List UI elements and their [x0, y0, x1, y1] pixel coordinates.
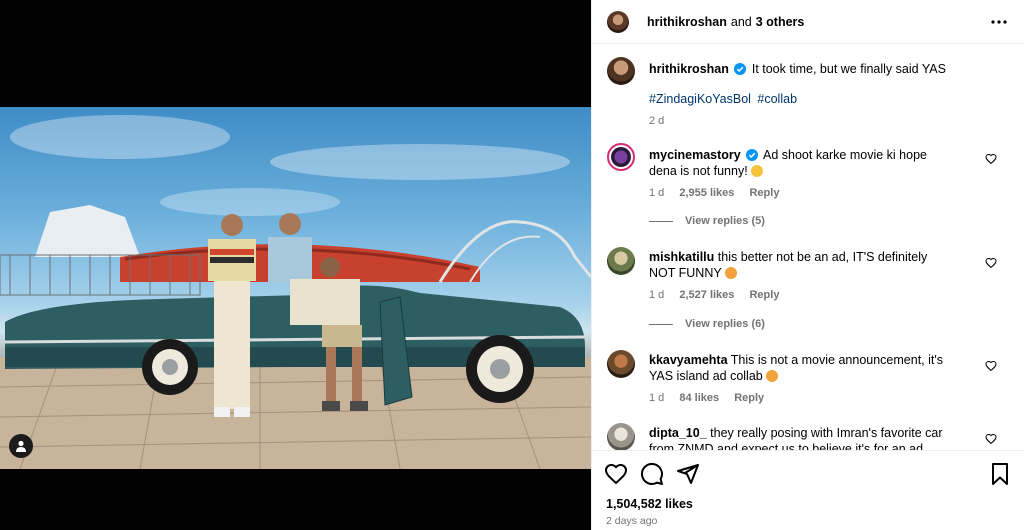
- comment-meta: 1 d 2,527 likes Reply: [649, 287, 949, 303]
- caption-avatar[interactable]: [607, 57, 635, 85]
- hashtag-link[interactable]: #collab: [757, 92, 797, 106]
- comment-meta: 1 d 2,955 likes Reply: [649, 185, 949, 201]
- view-replies-button[interactable]: View replies (6): [649, 318, 765, 330]
- comment-likes[interactable]: 2,527 likes: [679, 289, 734, 301]
- reply-button[interactable]: Reply: [749, 289, 779, 301]
- post-side-panel: hrithikroshan and 3 others hrithikroshan…: [591, 0, 1024, 530]
- comment-avatar[interactable]: [607, 143, 635, 171]
- comment-meta: 1 d 84 likes Reply: [649, 390, 949, 406]
- post-timestamp[interactable]: 2 days ago: [606, 515, 657, 527]
- comment-username[interactable]: kkavyamehta: [649, 353, 728, 367]
- comment-like-icon[interactable]: [985, 153, 997, 165]
- comment-like-icon[interactable]: [985, 433, 997, 445]
- comments-section[interactable]: hrithikroshan It took time, but we final…: [592, 45, 1024, 450]
- sweat-smile-emoji-icon: [751, 165, 764, 177]
- replies-divider: [649, 323, 673, 325]
- comment-username[interactable]: mishkatillu: [649, 250, 714, 264]
- smirk-emoji-icon: [766, 370, 779, 382]
- caption-meta: 2 d: [649, 113, 1004, 129]
- verified-badge-icon: [734, 63, 747, 75]
- comment-time[interactable]: 1 d: [649, 289, 664, 301]
- post-likes-count[interactable]: 1,504,582 likes: [606, 497, 693, 511]
- more-horizontal-icon: [991, 20, 1007, 24]
- comment-like-icon[interactable]: [985, 360, 997, 372]
- share-icon[interactable]: [676, 462, 700, 486]
- instagram-post: hrithikroshan and 3 others hrithikroshan…: [0, 0, 1024, 530]
- heart-icon[interactable]: [604, 462, 628, 486]
- collab-others-link[interactable]: 3 others: [756, 15, 805, 29]
- comment-avatar[interactable]: [607, 350, 635, 378]
- crying-emoji-icon: [724, 267, 737, 279]
- caption-text: It took time, but we finally said YAS: [751, 62, 946, 76]
- post-actions: 1,504,582 likes 2 days ago: [592, 450, 1024, 530]
- collab-and-text: and: [730, 14, 752, 29]
- reply-button[interactable]: Reply: [749, 187, 779, 199]
- comment-time[interactable]: 1 d: [649, 187, 664, 199]
- more-options-button[interactable]: [990, 13, 1008, 31]
- caption-hashtags: #ZindagiKoYasBol #collab: [649, 91, 1004, 107]
- comment-icon[interactable]: [640, 462, 664, 486]
- comment-likes[interactable]: 2,955 likes: [679, 187, 734, 199]
- comment-username[interactable]: dipta_10_: [649, 426, 707, 440]
- comment-avatar[interactable]: [607, 247, 635, 275]
- photo-illustration: [0, 115, 591, 469]
- view-replies-button[interactable]: View replies (5): [649, 215, 765, 227]
- comment-avatar[interactable]: [607, 423, 635, 450]
- user-tag-button[interactable]: [9, 434, 33, 458]
- post-header: hrithikroshan and 3 others: [592, 0, 1024, 44]
- verified-badge-icon: [746, 149, 759, 161]
- bookmark-icon[interactable]: [988, 462, 1012, 486]
- user-tag-icon: [16, 440, 26, 452]
- comment-likes[interactable]: 84 likes: [679, 392, 719, 404]
- comment-like-icon[interactable]: [985, 257, 997, 269]
- replies-divider: [649, 220, 673, 222]
- reply-button[interactable]: Reply: [734, 392, 764, 404]
- caption-time[interactable]: 2 d: [649, 115, 664, 127]
- hashtag-link[interactable]: #ZindagiKoYasBol: [649, 92, 751, 106]
- view-replies-label: View replies (6): [685, 318, 765, 330]
- comment-time[interactable]: 1 d: [649, 392, 664, 404]
- author-avatar[interactable]: [607, 10, 629, 33]
- view-replies-label: View replies (5): [685, 215, 765, 227]
- post-photo[interactable]: [0, 107, 591, 469]
- author-username[interactable]: hrithikroshan: [647, 15, 727, 29]
- comment-username[interactable]: mycinemastory: [649, 148, 741, 162]
- caption-username[interactable]: hrithikroshan: [649, 62, 729, 76]
- post-media: [0, 0, 591, 530]
